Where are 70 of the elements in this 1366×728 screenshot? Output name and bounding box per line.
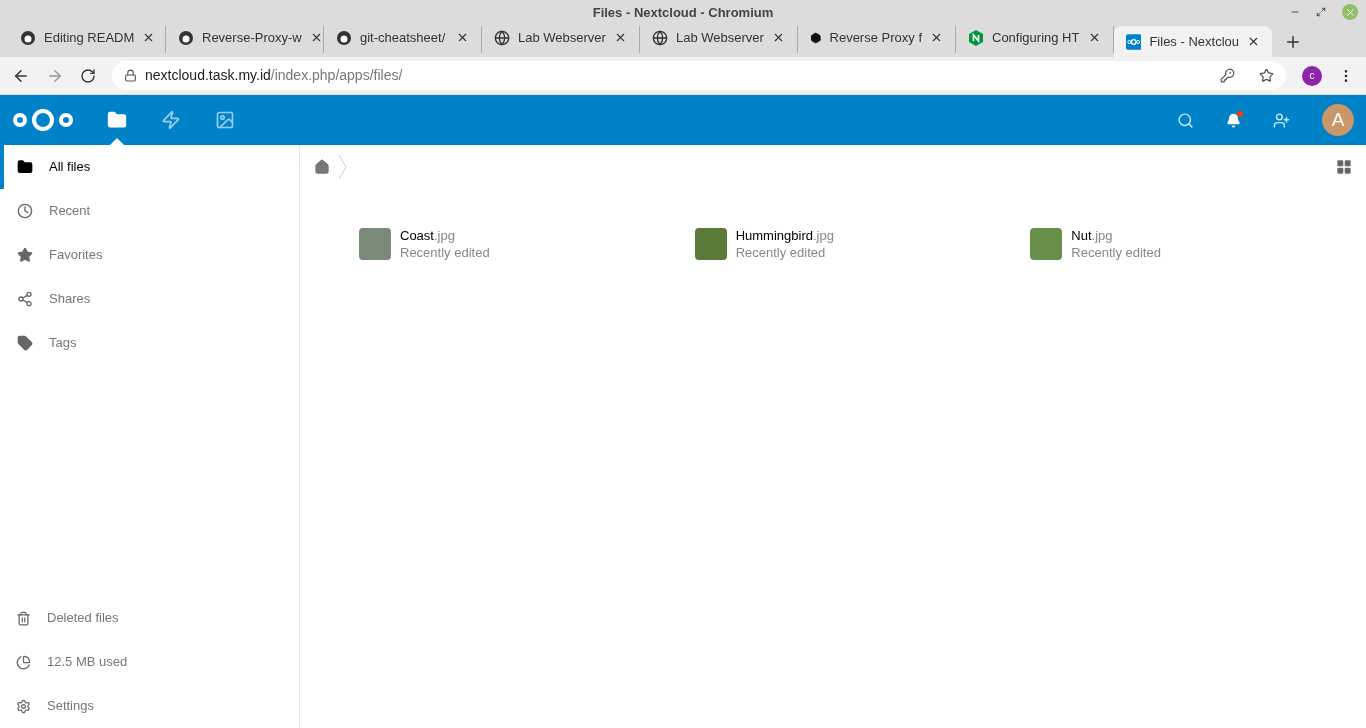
close-icon[interactable] [1088,31,1101,44]
tab-title: Lab Webserver [676,28,764,47]
grid-view-icon[interactable] [1336,159,1352,175]
active-indicator-icon [110,138,124,145]
notifications-icon[interactable] [1226,112,1241,128]
close-icon[interactable] [1247,35,1260,48]
nav-item[interactable]: Tags [0,321,299,365]
n-logo-icon [968,29,984,46]
browser-tab[interactable]: Lab Webserver [482,22,640,53]
file-name[interactable]: Nut.jpg [1071,227,1161,244]
folder-icon [17,159,33,175]
nav-item[interactable]: Shares [0,277,299,321]
clock-icon [17,203,33,219]
close-icon[interactable] [930,31,943,44]
tab-title: Files - Nextclou [1149,32,1239,51]
window-title: Files - Nextcloud - Chromium [592,4,774,23]
lock-icon [124,69,137,82]
breadcrumb-chevron-icon [338,154,348,180]
settings-icon [16,698,31,714]
browser-tab[interactable]: Files - Nextclou [1114,26,1272,57]
close-icon[interactable] [614,31,627,44]
tab-title: Editing READM [44,28,135,47]
file-name[interactable]: Hummingbird.jpg [735,227,834,244]
url-text: nextcloud.task.my.id/index.php/apps/files/ [145,66,404,85]
browser-tab[interactable]: Reverse-Proxy-w [166,22,324,53]
tab-title: Lab Webserver [518,28,606,47]
browser-tab[interactable]: Editing READM [8,22,166,53]
address-bar[interactable]: nextcloud.task.my.id/index.php/apps/files/ [112,61,1286,90]
close-icon [1344,6,1356,18]
star-icon[interactable] [1259,68,1274,83]
profile-avatar[interactable]: c [1302,65,1322,86]
cloud-logo-icon [1126,33,1142,50]
search-icon[interactable] [1177,111,1194,129]
nav-item[interactable]: Settings [0,684,299,728]
browser-tab[interactable]: git-cheatsheet/ [324,22,482,53]
key-icon[interactable] [1220,68,1235,83]
close-icon[interactable] [456,31,469,44]
share-icon [17,291,33,307]
tab-title: git-cheatsheet/ [360,28,447,47]
maximize-icon[interactable] [1316,7,1326,17]
tab-title: Configuring HT [992,28,1080,47]
reload-icon[interactable] [80,67,96,84]
globe-icon [652,29,668,46]
photo-placeholder[interactable] [1030,228,1063,260]
photo-placeholder[interactable] [694,228,727,260]
tag-icon [17,335,33,351]
file-status: Recently edited [400,244,490,261]
file-status: Recently edited [735,244,827,261]
tab-title: Reverse-Proxy-w [202,28,302,47]
tab-title: Reverse Proxy f [829,28,922,47]
trash-icon [16,610,31,626]
browser-tab[interactable]: Configuring HT [956,22,1114,53]
logo-icon[interactable] [12,107,74,133]
close-icon[interactable] [772,31,785,44]
file-name[interactable]: Coast.jpg [400,227,490,244]
contacts-icon[interactable] [1273,111,1290,129]
nav-item[interactable]: All files [0,145,299,189]
new-tab-icon[interactable] [1284,33,1302,51]
globe-icon [494,29,510,46]
home-icon[interactable] [314,159,330,175]
nav-item[interactable]: Favorites [0,233,299,277]
browser-tab[interactable]: Reverse Proxy f [798,22,956,53]
folder-icon[interactable] [107,110,127,130]
browser-tab[interactable]: Lab Webserver [640,22,798,53]
star-icon [17,247,33,263]
pie-chart-icon [16,654,31,670]
nav-item[interactable]: Recent [0,189,299,233]
nav-item[interactable]: 12.5 MB used [0,640,299,684]
file-status: Recently edited [1071,244,1161,261]
nav-item[interactable]: Deleted files [0,596,299,640]
